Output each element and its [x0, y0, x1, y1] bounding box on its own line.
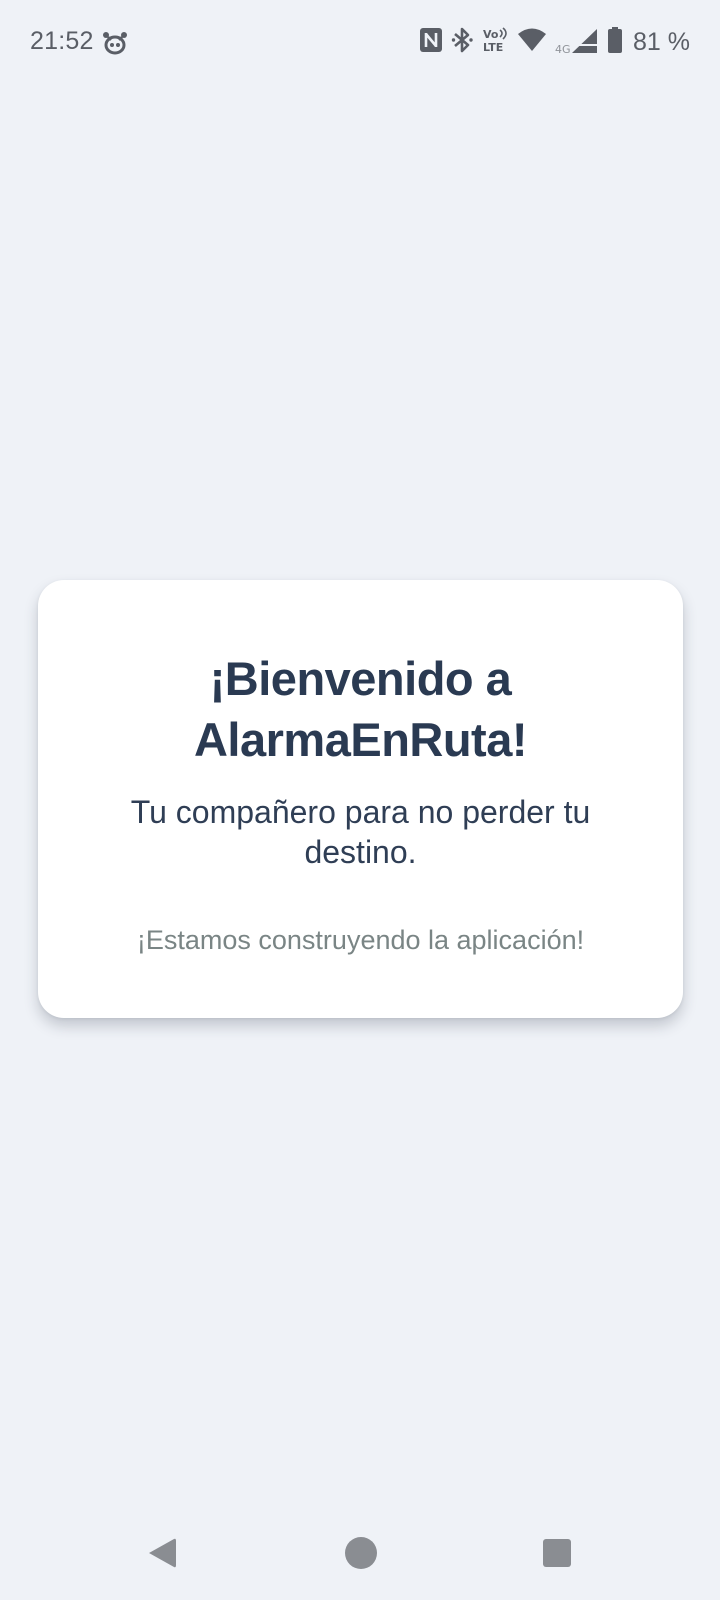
- app-notification-icon: [100, 28, 130, 58]
- recents-button[interactable]: [532, 1530, 582, 1580]
- navigation-bar: [0, 1510, 720, 1600]
- volte-label-top: Vo: [483, 28, 499, 41]
- status-icons: Vo LTE 4G 81 %: [419, 24, 690, 60]
- construction-note: ¡Estamos construyendo la aplicación!: [136, 925, 585, 955]
- back-button[interactable]: [137, 1530, 187, 1580]
- nfc-icon: [419, 27, 443, 58]
- welcome-title: ¡Bienvenido a AlarmaEnRuta!: [193, 652, 528, 766]
- volte-icon: Vo LTE: [481, 26, 509, 58]
- welcome-card: ¡Bienvenido a AlarmaEnRuta! Tu compañero…: [38, 580, 683, 1018]
- welcome-subtitle: Tu compañero para no perder tu destino.: [130, 794, 591, 870]
- network-label: 4G: [555, 43, 571, 55]
- status-time: 21:52: [30, 27, 94, 55]
- wifi-icon: [517, 27, 547, 58]
- signal-4g-icon: 4G: [555, 25, 599, 60]
- recents-icon: [542, 1538, 572, 1573]
- status-bar: 21:52 Vo LTE 4G 81 %: [0, 0, 720, 86]
- bluetooth-icon: [451, 26, 473, 59]
- back-icon: [145, 1536, 179, 1575]
- home-button[interactable]: [336, 1530, 386, 1580]
- battery-icon: [607, 26, 623, 59]
- volte-label-bottom: LTE: [483, 41, 503, 53]
- home-icon: [344, 1536, 378, 1575]
- battery-percent: 81 %: [633, 27, 690, 56]
